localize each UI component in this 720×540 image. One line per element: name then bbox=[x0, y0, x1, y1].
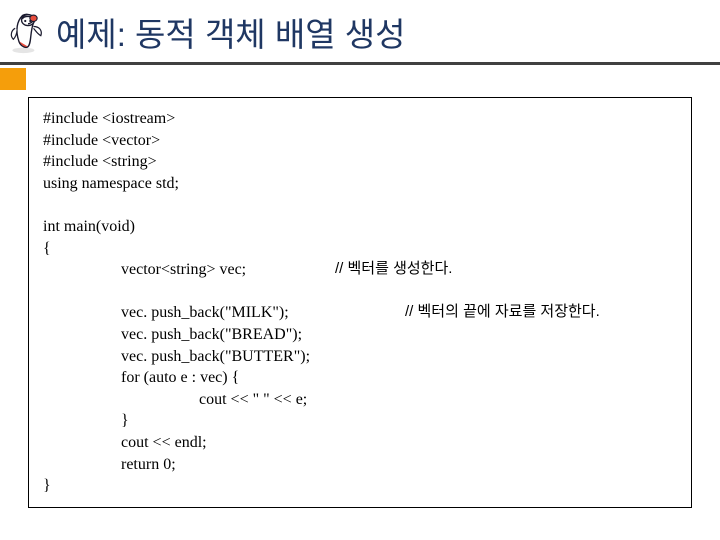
code-line: int main(void) bbox=[43, 216, 677, 238]
code-line: #include <vector> bbox=[43, 130, 677, 152]
code-line: #include <string> bbox=[43, 151, 677, 173]
code-blank bbox=[43, 194, 677, 216]
code-blank bbox=[43, 281, 677, 303]
code-line: for (auto e : vec) { bbox=[43, 367, 677, 389]
code-line: return 0; bbox=[43, 454, 677, 476]
code-line: vec. push_back("BUTTER"); bbox=[43, 346, 677, 368]
slide-title: 예제: 동적 객체 배열 생성 bbox=[56, 8, 405, 56]
code-line: { bbox=[43, 238, 677, 260]
code-line: } bbox=[43, 475, 677, 497]
slide-header: 예제: 동적 객체 배열 생성 bbox=[0, 0, 720, 58]
code-line: vec. push_back("MILK"); // 벡터의 끝에 자료를 저장… bbox=[43, 302, 677, 324]
code-comment: // 벡터의 끝에 자료를 저장한다. bbox=[405, 302, 600, 324]
code-line: cout << " " << e; bbox=[43, 389, 677, 411]
duke-logo-icon bbox=[6, 10, 50, 54]
title-underline bbox=[0, 62, 720, 65]
code-line: using namespace std; bbox=[43, 173, 677, 195]
code-comment: // 벡터를 생성한다. bbox=[335, 259, 452, 281]
code-line: vector<string> vec; // 벡터를 생성한다. bbox=[43, 259, 677, 281]
code-example-box: #include <iostream> #include <vector> #i… bbox=[28, 97, 692, 508]
code-text: vector<string> vec; bbox=[43, 259, 335, 281]
code-text: vec. push_back("MILK"); bbox=[43, 302, 405, 324]
accent-bar bbox=[0, 68, 26, 90]
code-line: } bbox=[43, 410, 677, 432]
code-line: cout << endl; bbox=[43, 432, 677, 454]
code-line: #include <iostream> bbox=[43, 108, 677, 130]
code-line: vec. push_back("BREAD"); bbox=[43, 324, 677, 346]
